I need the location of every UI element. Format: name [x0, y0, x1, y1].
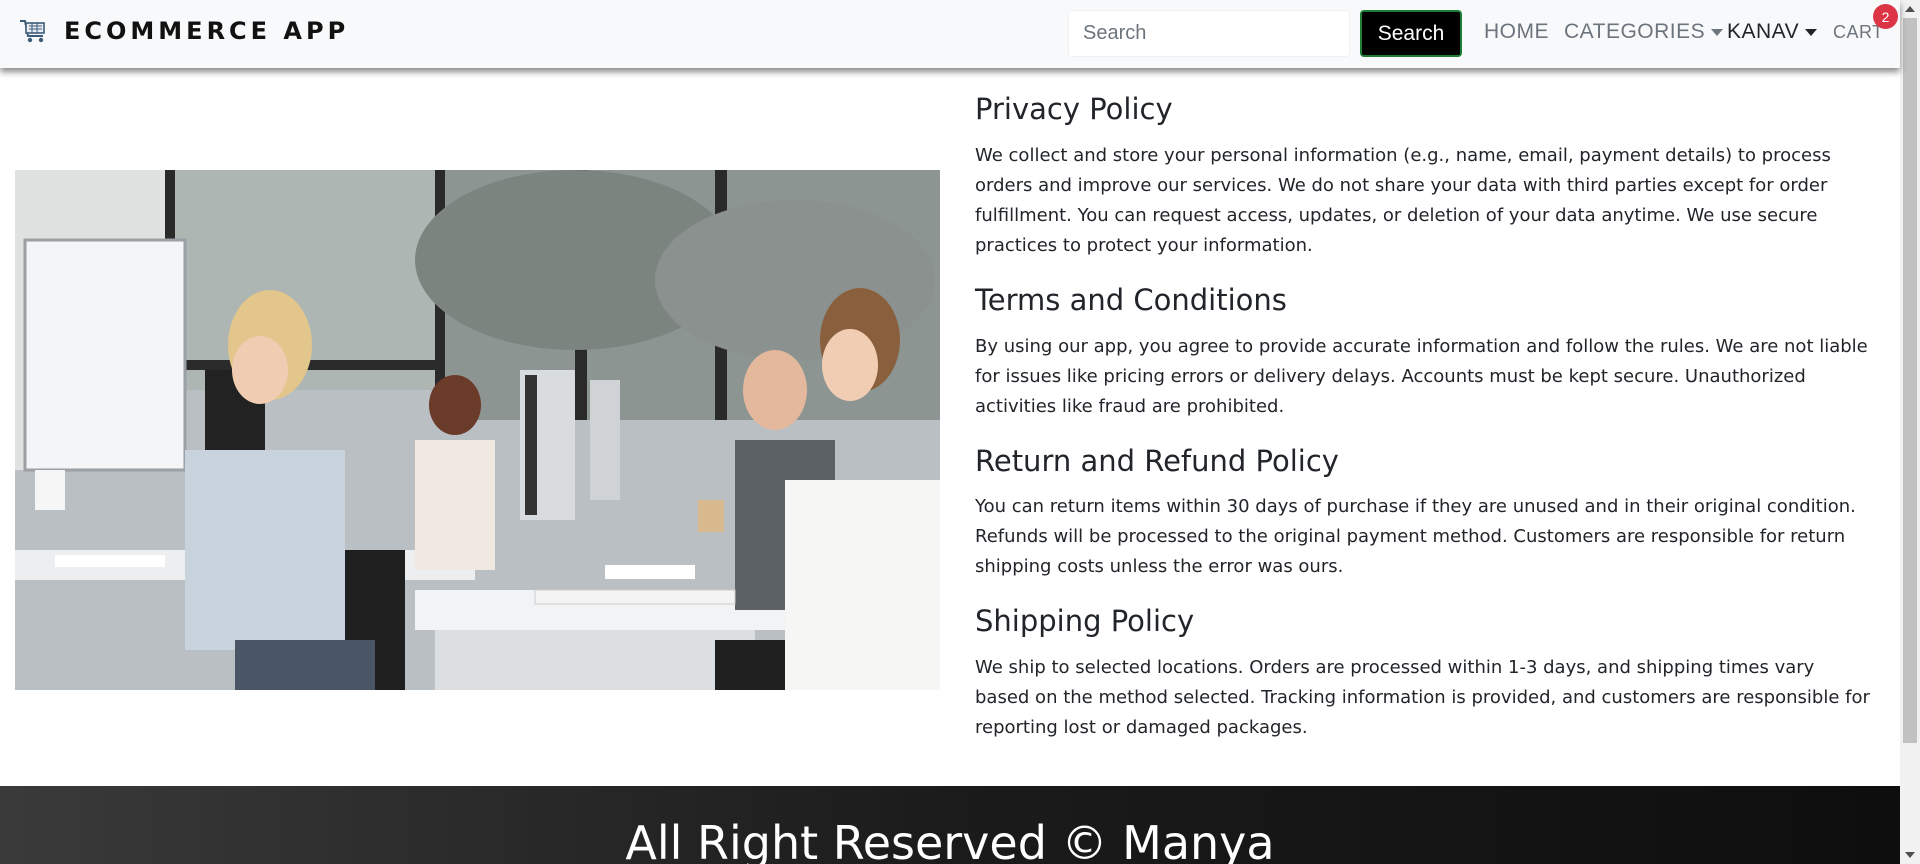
brand-link[interactable]: ECOMMERCE APP — [18, 16, 349, 46]
navbar: ECOMMERCE APP Search HOME CATEGORIES KAN… — [0, 0, 1900, 68]
section-title: Terms and Conditions — [975, 282, 1287, 317]
section-title: Return and Refund Policy — [975, 443, 1339, 478]
scroll-down-arrow-icon[interactable] — [1905, 852, 1915, 858]
section-title: Shipping Policy — [975, 604, 1195, 639]
caret-down-icon — [1805, 28, 1818, 36]
brand-name: ECOMMERCE APP — [64, 17, 350, 45]
nav-categories-dropdown[interactable]: CATEGORIES — [1564, 20, 1724, 44]
return-refund-section: Return and Refund Policy You can return … — [975, 444, 1870, 583]
nav-categories-label: CATEGORIES — [1564, 20, 1706, 43]
section-body: We ship to selected locations. Orders ar… — [975, 657, 1870, 739]
scrollbar-thumb[interactable] — [1903, 18, 1917, 743]
section-body: You can return items within 30 days of p… — [975, 496, 1856, 578]
nav-user-label: KANAV — [1727, 20, 1800, 43]
footer-copyright: All Right Reserved © Manya — [625, 816, 1275, 864]
search-input[interactable] — [1068, 10, 1350, 57]
policy-content: Privacy Policy We collect and store your… — [975, 92, 1870, 765]
cart-count-badge: 2 — [1873, 4, 1898, 29]
customer-support-team-image — [15, 170, 940, 690]
privacy-policy-section: Privacy Policy We collect and store your… — [975, 92, 1870, 261]
terms-section: Terms and Conditions By using our app, y… — [975, 283, 1870, 422]
search-button[interactable]: Search — [1360, 10, 1462, 57]
section-title: Privacy Policy — [975, 92, 1173, 126]
section-body: We collect and store your personal infor… — [975, 144, 1831, 256]
shopping-cart-icon — [18, 16, 48, 46]
shipping-policy-section: Shipping Policy We ship to selected loca… — [975, 604, 1870, 743]
page-scrollbar[interactable] — [1900, 0, 1920, 864]
footer: All Right Reserved © Manya — [0, 786, 1900, 864]
nav-home-link[interactable]: HOME — [1484, 20, 1549, 44]
caret-down-icon — [1711, 28, 1724, 36]
section-body: By using our app, you agree to provide a… — [975, 335, 1868, 417]
scroll-up-arrow-icon[interactable] — [1905, 6, 1915, 12]
nav-user-dropdown[interactable]: KANAV — [1727, 20, 1818, 44]
